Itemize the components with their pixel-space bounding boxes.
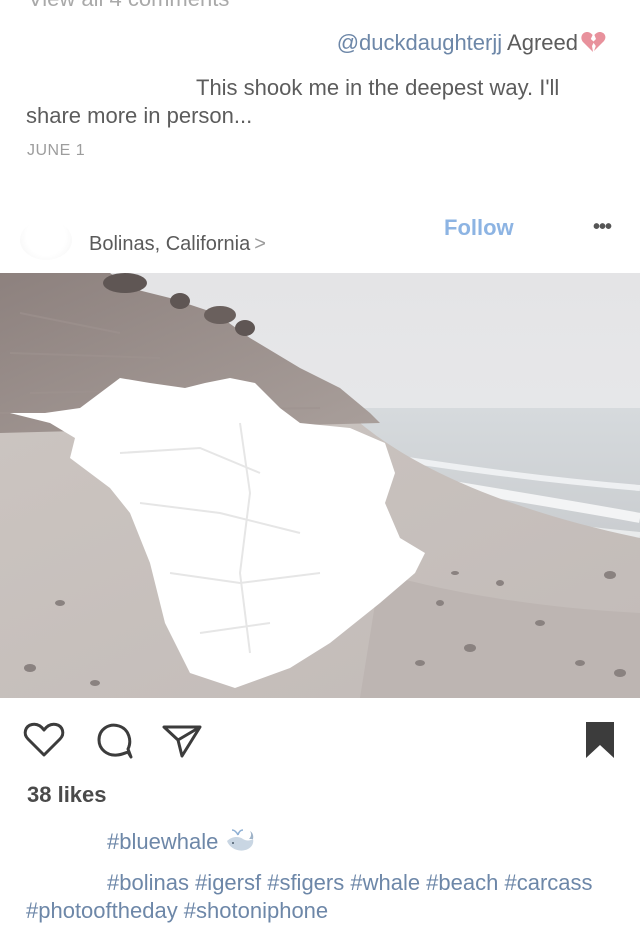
chevron-right-icon: > (254, 233, 266, 255)
whale-icon (224, 827, 256, 855)
location-link[interactable]: Bolinas, California > (89, 233, 266, 256)
more-options-button[interactable]: ••• (587, 215, 617, 239)
caption-comment: This shook me in the deepest way. I'll s… (26, 75, 560, 128)
view-all-comments-link[interactable]: View all 4 comments (28, 0, 229, 12)
comment-date: JUNE 1 (27, 142, 86, 159)
post-photo[interactable] (0, 273, 640, 698)
beach-photo-image (0, 273, 640, 698)
hashtag-line: #bluewhale (107, 827, 256, 855)
action-bar (0, 718, 640, 766)
reply-comment: @duckdaughterjj Agreed (337, 30, 606, 56)
broken-heart-icon (580, 30, 606, 54)
comment-bubble-icon (97, 723, 133, 759)
bookmark-icon (586, 722, 614, 758)
heart-icon (23, 722, 65, 757)
location-label: Bolinas, California (89, 233, 251, 255)
hashtag-link[interactable]: #bluewhale (107, 829, 218, 854)
hashtags[interactable]: #bolinas #igersf #sfigers #whale #beach … (26, 869, 626, 925)
paper-plane-icon (162, 725, 202, 758)
likes-count[interactable]: 38 likes (27, 782, 107, 808)
comment-button[interactable] (92, 718, 136, 762)
save-button[interactable] (580, 718, 624, 762)
reply-text: Agreed (507, 30, 578, 55)
avatar[interactable] (20, 220, 72, 260)
like-button[interactable] (22, 718, 66, 762)
mention-link[interactable]: @duckdaughterjj (337, 30, 502, 55)
follow-button[interactable]: Follow (444, 215, 514, 241)
share-button[interactable] (160, 718, 204, 762)
